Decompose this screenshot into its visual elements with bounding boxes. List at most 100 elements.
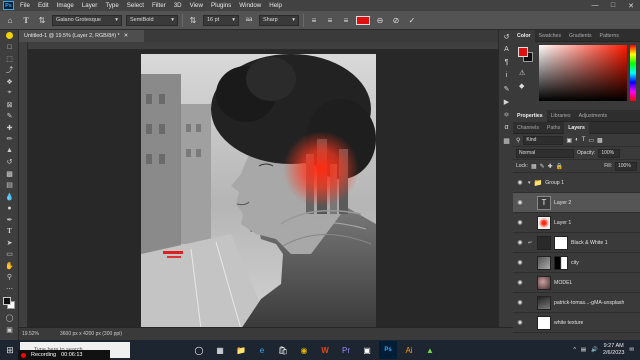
taskbar-clock[interactable]: 9:27 AM 2/6/2023 [603, 343, 624, 357]
chrome-icon[interactable]: ◉ [295, 341, 313, 359]
brush-tool-icon[interactable]: ✏ [0, 134, 19, 146]
brushes-icon[interactable]: ✎ [499, 82, 514, 95]
document-canvas[interactable] [141, 54, 376, 329]
align-left-icon[interactable]: ≡ [308, 14, 320, 26]
more-tools-icon[interactable]: ⋯ [0, 283, 19, 295]
tab-libraries[interactable]: Libraries [547, 110, 575, 122]
zoom-tool-icon[interactable]: ⚲ [0, 272, 19, 284]
office-icon[interactable]: W [316, 341, 334, 359]
menu-type[interactable]: Type [101, 2, 122, 9]
cortana-icon[interactable]: ◯ [190, 341, 208, 359]
quick-mask-icon[interactable]: ◯ [0, 313, 19, 325]
lock-move-icon[interactable]: ✚ [548, 163, 553, 170]
paragraph-icon[interactable]: ¶ [499, 56, 514, 69]
illustrator-icon[interactable]: Ai [400, 341, 418, 359]
layer-row[interactable]: ◉ white texture [513, 313, 640, 333]
menu-view[interactable]: View [186, 2, 207, 9]
lasso-tool-icon[interactable]: ⤴ [0, 65, 19, 77]
clone-stamp-tool-icon[interactable]: ▲ [0, 145, 19, 157]
photoshop-taskbar-icon[interactable]: Ps [379, 341, 397, 359]
tab-layers[interactable]: Layers [564, 121, 589, 134]
task-view-icon[interactable]: ▦ [211, 341, 229, 359]
tab-paths[interactable]: Paths [543, 122, 564, 134]
text-color-swatch[interactable] [356, 15, 370, 25]
layer-row[interactable]: ◉ ↵ Black & White 1 [513, 233, 640, 253]
history-icon[interactable]: ↺ [499, 30, 514, 43]
filter-shape-icon[interactable]: ▭ [588, 137, 594, 144]
blur-tool-icon[interactable]: 💧 [0, 191, 19, 203]
gradient-tool-icon[interactable]: ▤ [0, 180, 19, 192]
text-orientation-icon[interactable]: ⇅ [36, 14, 48, 26]
visibility-eye-icon[interactable]: ◉ [515, 179, 525, 186]
bridge-icon[interactable]: ▣ [358, 341, 376, 359]
tab-color[interactable]: Color [513, 29, 535, 42]
recording-indicator[interactable]: Recording 00:06:13 [18, 350, 110, 360]
zoom-level[interactable]: 19.52% [19, 331, 54, 337]
opacity-input[interactable]: 100% [598, 148, 621, 158]
crop-tool-icon[interactable]: ⌖ [0, 88, 19, 100]
document-tab[interactable]: Untitled-1 @ 19.5% (Layer 2, RGB/8#) * ✕ [19, 30, 144, 42]
tab-gradients[interactable]: Gradients [565, 30, 596, 42]
tab-swatches[interactable]: Swatches [535, 30, 566, 42]
path-selection-tool-icon[interactable]: ➤ [0, 237, 19, 249]
filter-adjust-icon[interactable]: ◐ [575, 137, 579, 143]
menu-filter[interactable]: Filter [148, 2, 170, 9]
hand-tool-icon[interactable]: ✋ [0, 260, 19, 272]
align-center-icon[interactable]: ≡ [324, 14, 336, 26]
type-tool-icon[interactable]: T [20, 14, 32, 26]
premiere-icon[interactable]: Pr [337, 341, 355, 359]
foreground-color-swatch[interactable] [518, 47, 528, 57]
eyedropper-tool-icon[interactable]: ✎ [0, 111, 19, 123]
rectangle-tool-icon[interactable]: ▭ [0, 249, 19, 261]
menu-select[interactable]: Select [123, 2, 148, 9]
show-hidden-icons-icon[interactable]: ^ [573, 347, 576, 353]
history-brush-tool-icon[interactable]: ↺ [0, 157, 19, 169]
foreground-background-colors[interactable] [0, 295, 18, 313]
anti-alias-select[interactable]: Sharp ▾ [259, 14, 299, 26]
commit-check-icon[interactable]: ✓ [406, 14, 418, 26]
menu-window[interactable]: Window [235, 2, 265, 9]
tab-channels[interactable]: Channels [513, 122, 543, 134]
tab-properties[interactable]: Properties [513, 109, 547, 122]
visibility-eye-icon[interactable]: ◉ [515, 319, 525, 326]
lock-pixels-icon[interactable]: ▦ [531, 163, 537, 170]
styles-icon[interactable]: ▦ [499, 134, 514, 147]
filter-pixel-icon[interactable]: ▣ [566, 137, 572, 144]
font-size-select[interactable]: 16 pt ▾ [203, 14, 239, 26]
warp-text-icon[interactable]: ⊖ [374, 14, 386, 26]
eraser-tool-icon[interactable]: ▩ [0, 168, 19, 180]
move-tool-icon[interactable] [0, 30, 19, 42]
app-icon[interactable]: ▲ [421, 341, 439, 359]
layer-row[interactable]: ◉ city [513, 253, 640, 273]
screen-mode-icon[interactable]: ▣ [0, 324, 19, 336]
canvas-area[interactable] [28, 50, 513, 329]
font-style-select[interactable]: SemiBold ▾ [126, 14, 178, 26]
network-icon[interactable]: ▤ [581, 347, 586, 353]
visibility-eye-icon[interactable]: ◉ [515, 219, 525, 226]
visibility-eye-icon[interactable]: ◉ [515, 279, 525, 286]
fill-input[interactable]: 100% [615, 161, 637, 171]
pen-tool-icon[interactable]: ✒ [0, 214, 19, 226]
close-icon[interactable]: ✕ [622, 2, 640, 10]
edge-icon[interactable]: e [253, 341, 271, 359]
cancel-icon[interactable]: ⊘ [390, 14, 402, 26]
file-explorer-icon[interactable]: 📁 [232, 341, 250, 359]
quick-select-tool-icon[interactable]: ❖ [0, 76, 19, 88]
home-icon[interactable]: ⌂ [4, 14, 16, 26]
filter-type-icon[interactable]: T [582, 137, 586, 143]
close-tab-icon[interactable]: ✕ [124, 33, 129, 39]
font-family-select[interactable]: Galano Grotesque ▾ [52, 14, 122, 26]
lock-paint-icon[interactable]: ✎ [540, 163, 545, 170]
store-icon[interactable]: 🛍 [274, 341, 292, 359]
menu-3d[interactable]: 3D [170, 2, 186, 9]
info-icon[interactable]: i [499, 69, 514, 82]
windows-start-icon[interactable]: ⊞ [0, 340, 20, 360]
menu-edit[interactable]: Edit [34, 2, 53, 9]
menu-plugins[interactable]: Plugins [207, 2, 235, 9]
layer-row[interactable]: ◉ Layer 1 [513, 213, 640, 233]
menu-help[interactable]: Help [265, 2, 286, 9]
layer-row[interactable]: ◉ T Layer 2 [513, 193, 640, 213]
visibility-eye-icon[interactable]: ◉ [515, 299, 525, 306]
chevron-down-icon[interactable]: ▾ [528, 180, 531, 186]
visibility-eye-icon[interactable]: ◉ [515, 239, 525, 246]
